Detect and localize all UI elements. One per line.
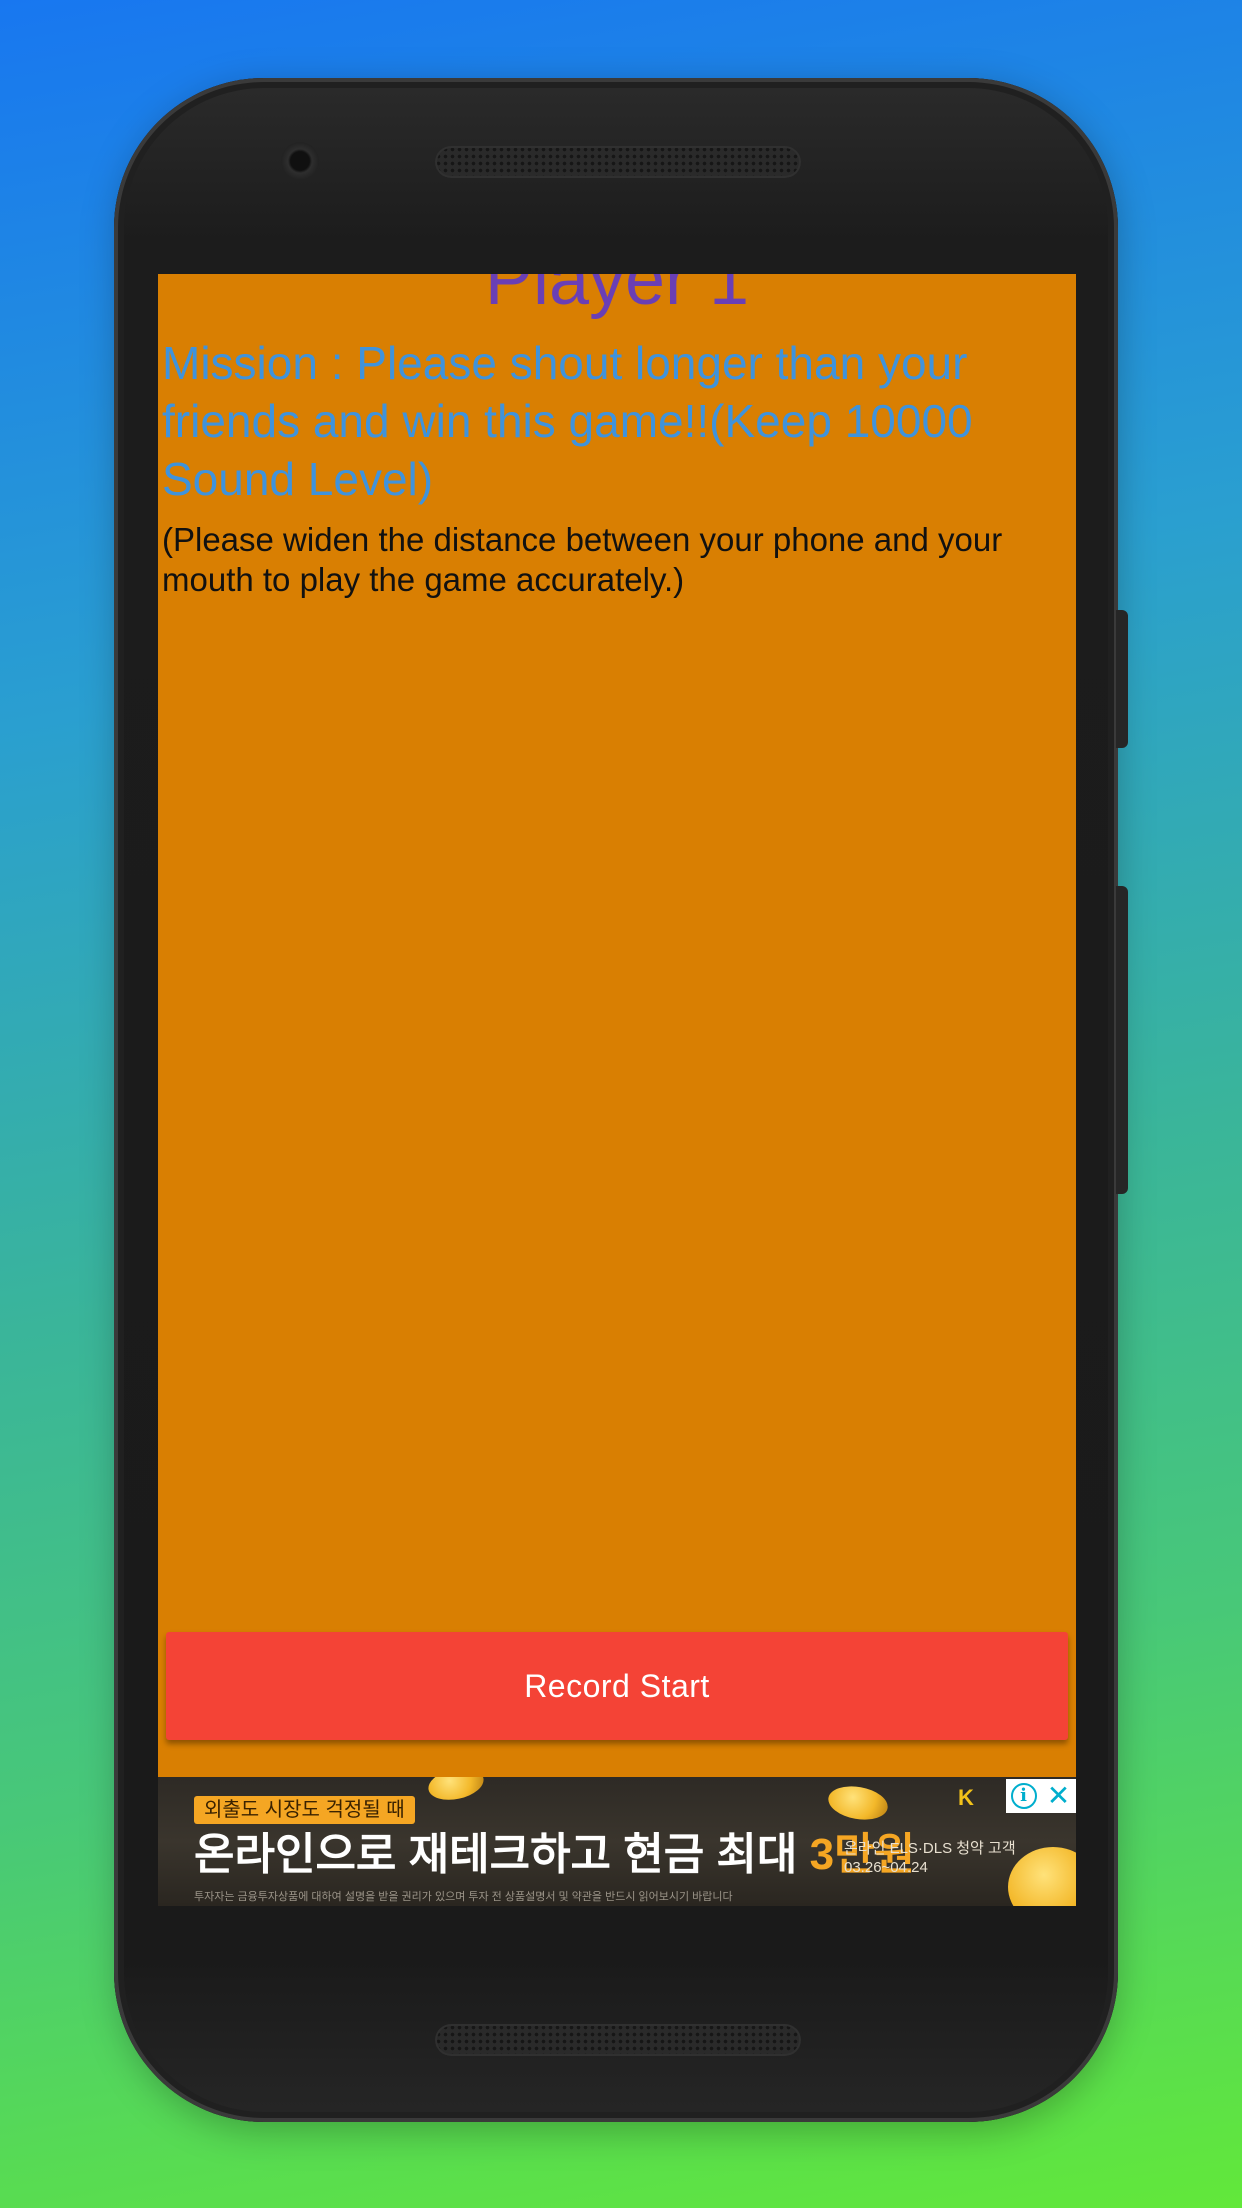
earpiece-speaker: [435, 146, 801, 178]
ad-headline-text: 온라인으로 재테크하고 현금 최대: [194, 1830, 810, 1879]
coin-image: [825, 1782, 891, 1824]
front-camera-icon: [281, 142, 319, 180]
close-icon[interactable]: ✕: [1046, 1782, 1072, 1810]
ad-brand-logo: K: [958, 1785, 974, 1810]
ad-banner[interactable]: 외출도 시장도 걱정될 때 온라인으로 재테크하고 현금 최대 3만원 온라인 …: [158, 1777, 1076, 1906]
record-start-button[interactable]: Record Start: [166, 1632, 1068, 1740]
game-screen: Player 1 Mission : Please shout longer t…: [158, 274, 1076, 1777]
ad-headline: 온라인으로 재테크하고 현금 최대 3만원: [194, 1829, 915, 1881]
ad-choices[interactable]: i ✕: [1006, 1779, 1076, 1813]
ad-side-line: 온라인 ELS·DLS 청약 고객: [844, 1840, 1016, 1857]
coin-image: [425, 1777, 487, 1805]
coin-image: [1008, 1847, 1076, 1906]
ad-fine-print: 투자자는 금융투자상품에 대하여 설명을 받을 권리가 있으며 투자 전 상품설…: [194, 1891, 733, 1903]
mission-text: Mission : Please shout longer than your …: [162, 337, 973, 505]
phone-screen: Player 1 Mission : Please shout longer t…: [158, 274, 1076, 1906]
ad-side-text: 온라인 ELS·DLS 청약 고객 03.26~04.24: [844, 1839, 1016, 1877]
volume-button: [1116, 886, 1128, 1194]
power-button: [1116, 610, 1128, 748]
ad-tag: 외출도 시장도 걱정될 때: [194, 1796, 415, 1824]
bottom-speaker: [435, 2024, 801, 2056]
info-icon[interactable]: i: [1010, 1783, 1037, 1809]
ad-side-date: 03.26~04.24: [844, 1859, 928, 1876]
distance-note: (Please widen the distance between your …: [162, 521, 1003, 598]
player-title: Player 1: [484, 274, 750, 320]
